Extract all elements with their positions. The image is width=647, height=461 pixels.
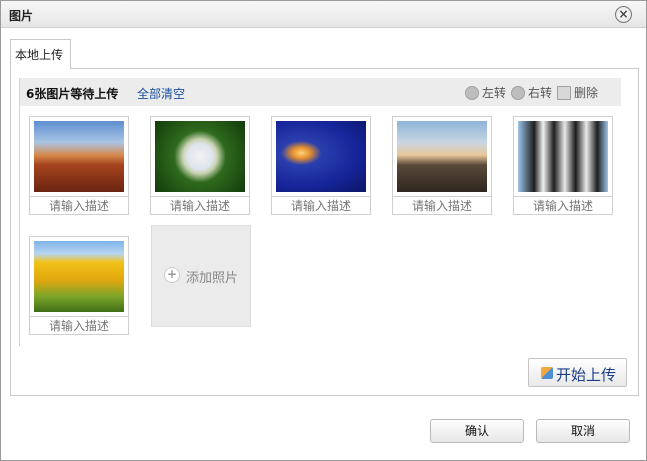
delete-icon (557, 86, 571, 100)
delete-label: 删除 (574, 86, 599, 100)
image-dialog: 图片 × 本地上传 6张图片等待上传 全部清空 左转 右转 删除 请输入描述 请… (0, 0, 647, 461)
description-input[interactable] (29, 196, 129, 215)
description-input[interactable] (271, 196, 371, 215)
rotate-left-button[interactable]: 左转 (465, 84, 506, 101)
rotate-left-icon (465, 86, 479, 100)
photo-thumbnail[interactable] (29, 116, 129, 197)
dialog-titlebar: 图片 × (1, 1, 646, 28)
photo-item-tulips (29, 236, 129, 337)
rotate-right-button[interactable]: 右转 (511, 84, 552, 101)
upload-panel: 6张图片等待上传 全部清空 左转 右转 删除 请输入描述 请输入描述 请输入描述… (10, 68, 639, 396)
hydrangea-photo (155, 121, 245, 192)
jellyfish-photo (276, 121, 366, 192)
photo-item-lighthouse (392, 116, 492, 217)
upload-icon (541, 367, 553, 379)
photo-thumbnail[interactable] (150, 116, 250, 197)
confirm-button[interactable]: 确认 (430, 419, 524, 443)
photo-item-desert (29, 116, 129, 217)
tulips-photo (34, 241, 124, 312)
close-icon[interactable]: × (615, 6, 632, 23)
cancel-button[interactable]: 取消 (536, 419, 630, 443)
add-photo-label: 添加照片 (186, 271, 239, 286)
start-upload-label: 开始上传 (556, 366, 617, 384)
photo-item-penguins (513, 116, 613, 217)
description-input[interactable] (513, 196, 613, 215)
desert-photo (34, 121, 124, 192)
tab-local-upload[interactable]: 本地上传 (10, 39, 71, 69)
add-photo-button[interactable]: + 添加照片 (151, 225, 251, 327)
penguins-photo (518, 121, 608, 192)
rotate-right-label: 右转 (528, 86, 553, 100)
upload-toolbar: 6张图片等待上传 全部清空 左转 右转 删除 (20, 78, 621, 106)
photo-item-hydrangea (150, 116, 250, 217)
lighthouse-photo (397, 121, 487, 192)
photo-thumbnail[interactable] (513, 116, 613, 197)
clear-all-link[interactable]: 全部清空 (137, 85, 185, 102)
photo-item-jellyfish (271, 116, 371, 217)
photo-thumbnail[interactable] (29, 236, 129, 317)
photo-thumbnail[interactable] (271, 116, 371, 197)
start-upload-button[interactable]: 开始上传 (528, 358, 627, 387)
description-input[interactable] (29, 316, 129, 335)
photo-thumbnail[interactable] (392, 116, 492, 197)
delete-button[interactable]: 删除 (557, 84, 598, 101)
dialog-title: 图片 (9, 9, 34, 23)
description-input[interactable] (150, 196, 250, 215)
description-input[interactable] (392, 196, 492, 215)
upload-count-label: 6张图片等待上传 (26, 87, 119, 101)
plus-icon: + (164, 267, 180, 283)
rotate-right-icon (511, 86, 525, 100)
upload-area: 6张图片等待上传 全部清空 左转 右转 删除 请输入描述 请输入描述 请输入描述… (19, 78, 629, 346)
rotate-left-label: 左转 (482, 86, 507, 100)
